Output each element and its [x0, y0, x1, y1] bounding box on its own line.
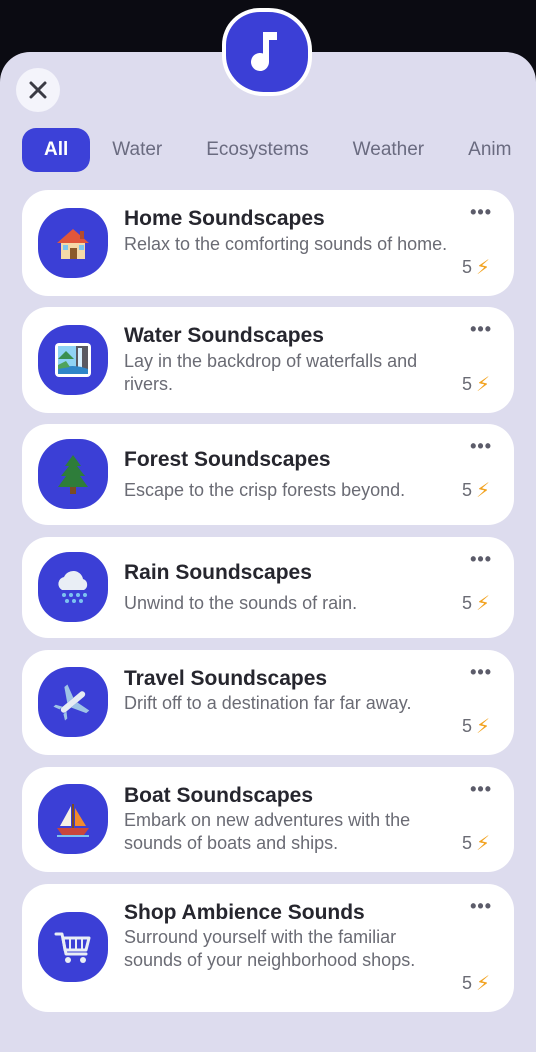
more-options-icon[interactable]: •••	[470, 549, 492, 570]
more-options-icon[interactable]: •••	[470, 202, 492, 223]
cost-value: 5	[461, 716, 472, 736]
cost-value: 5	[461, 257, 472, 277]
more-options-icon[interactable]: •••	[470, 662, 492, 683]
card-description: Unwind to the sounds of rain.	[124, 593, 358, 613]
card-title: Home Soundscapes	[124, 207, 325, 230]
more-options-icon[interactable]: •••	[470, 319, 492, 340]
lightning-bolt-icon: ⚡	[475, 972, 490, 995]
card-cost: 5 ⚡	[462, 593, 490, 614]
card-title: Travel Soundscapes	[124, 667, 328, 690]
card-cost: 5 ⚡	[462, 374, 490, 395]
tab-ecosystems[interactable]: Ecosystems	[184, 128, 330, 172]
card-description: Surround yourself with the familiar soun…	[124, 927, 416, 970]
tab-water[interactable]: Water	[90, 128, 184, 172]
card-cost: 5 ⚡	[462, 973, 490, 994]
card-cost: 5 ⚡	[462, 833, 490, 854]
card-cost: 5 ⚡	[462, 257, 490, 278]
lightning-bolt-icon: ⚡	[475, 373, 490, 396]
lightning-bolt-icon: ⚡	[475, 479, 490, 502]
category-tabs: All Water Ecosystems Weather Anim	[22, 128, 536, 174]
soundscape-card-travel[interactable]: Travel Soundscapes Drift off to a destin…	[22, 650, 514, 755]
tab-animals[interactable]: Anim	[446, 128, 533, 172]
more-options-icon[interactable]: •••	[470, 436, 492, 457]
music-note-icon	[251, 32, 277, 71]
more-options-icon[interactable]: •••	[470, 779, 492, 800]
card-title: Boat Soundscapes	[124, 784, 314, 807]
soundscape-card-water[interactable]: Water Soundscapes Lay in the backdrop of…	[22, 307, 514, 413]
sailboat-icon	[38, 784, 108, 854]
close-icon	[29, 81, 47, 99]
card-description: Drift off to a destination far far away.	[124, 693, 412, 713]
close-button[interactable]	[16, 68, 60, 112]
cost-value: 5	[461, 833, 472, 853]
house-icon	[38, 208, 108, 278]
card-description: Lay in the backdrop of waterfalls and ri…	[124, 351, 418, 394]
cost-value: 5	[461, 480, 472, 500]
card-cost: 5 ⚡	[462, 716, 490, 737]
soundscape-card-rain[interactable]: Rain Soundscapes Unwind to the sounds of…	[22, 537, 514, 638]
soundscape-card-forest[interactable]: Forest Soundscapes Escape to the crisp f…	[22, 424, 514, 525]
tab-weather[interactable]: Weather	[331, 128, 446, 172]
cost-value: 5	[461, 374, 472, 394]
lightning-bolt-icon: ⚡	[475, 592, 490, 615]
soundscape-card-shop[interactable]: Shop Ambience Sounds Surround yourself w…	[22, 884, 514, 1012]
more-options-icon[interactable]: •••	[470, 896, 492, 917]
card-description: Escape to the crisp forests beyond.	[124, 480, 406, 500]
card-title: Forest Soundscapes	[124, 448, 331, 471]
card-description: Embark on new adventures with the sounds…	[124, 810, 411, 853]
lightning-bolt-icon: ⚡	[475, 256, 490, 279]
cost-value: 5	[461, 593, 472, 613]
cost-value: 5	[461, 973, 472, 993]
lightning-bolt-icon: ⚡	[475, 715, 490, 738]
soundscape-card-home[interactable]: Home Soundscapes Relax to the comforting…	[22, 190, 514, 296]
card-title: Rain Soundscapes	[124, 561, 312, 584]
airplane-icon	[38, 667, 108, 737]
tab-all[interactable]: All	[22, 128, 91, 172]
rain-cloud-icon	[38, 552, 108, 622]
shopping-cart-icon	[38, 912, 108, 982]
card-title: Shop Ambience Sounds	[124, 901, 365, 924]
waterfall-icon	[38, 325, 108, 395]
card-title: Water Soundscapes	[124, 324, 324, 347]
music-app-badge	[222, 8, 312, 96]
card-description: Relax to the comforting sounds of home.	[124, 234, 448, 254]
soundscape-card-boat[interactable]: Boat Soundscapes Embark on new adventure…	[22, 767, 514, 872]
card-cost: 5 ⚡	[462, 480, 490, 501]
pine-tree-icon	[38, 439, 108, 509]
lightning-bolt-icon: ⚡	[475, 832, 490, 855]
